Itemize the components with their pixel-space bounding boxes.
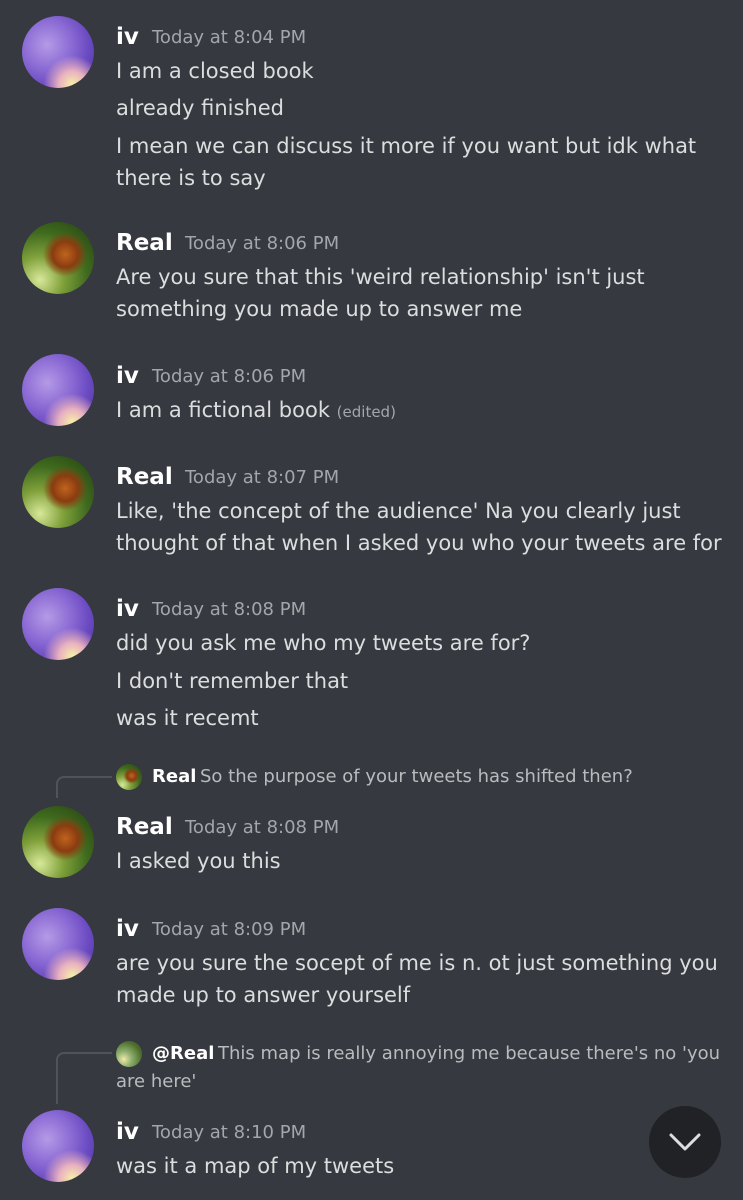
reply-spine — [56, 1052, 112, 1104]
message-line: something you made up to answer me — [116, 297, 523, 321]
message-line: did you ask me who my tweets are for? — [116, 631, 531, 655]
author-name[interactable]: Real — [116, 229, 173, 257]
message-line: Are you sure that this 'weird relationsh… — [116, 265, 645, 289]
edited-tag: (edited) — [336, 403, 396, 421]
scroll-to-bottom-button[interactable] — [649, 1106, 721, 1178]
avatar[interactable] — [22, 222, 94, 294]
message-line: I asked you this — [116, 849, 281, 873]
message-line: I mean we can discuss it more if you wan… — [116, 134, 697, 158]
message-line: there is to say — [116, 166, 266, 190]
author-name[interactable]: iv — [116, 595, 139, 623]
message-line: are you sure the socept of me is n. ot j… — [116, 951, 718, 975]
chat-message-list: iv Today at 8:04 PM I am a closed book a… — [0, 0, 743, 1200]
avatar[interactable] — [22, 16, 94, 88]
reply-text: This map is really annoying me because t… — [218, 1043, 721, 1064]
message-line: I am a fictional book (edited) — [116, 394, 713, 428]
timestamp: Today at 8:08 PM — [185, 817, 340, 838]
message-line: made up to answer yourself — [116, 983, 411, 1007]
timestamp: Today at 8:08 PM — [152, 599, 307, 620]
author-name[interactable]: iv — [116, 362, 139, 390]
message-line: I am a closed book — [116, 59, 314, 83]
message-line: already finished — [116, 96, 284, 120]
message-text: I am a fictional book — [116, 398, 330, 422]
author-name[interactable]: iv — [116, 1118, 139, 1146]
avatar[interactable] — [22, 908, 94, 980]
reply-avatar — [116, 1041, 142, 1067]
timestamp: Today at 8:10 PM — [152, 1122, 307, 1143]
reply-avatar — [116, 764, 142, 790]
avatar[interactable] — [22, 806, 94, 878]
author-name[interactable]: iv — [116, 915, 139, 943]
reply-text-continued: are here' — [116, 1071, 197, 1092]
reply-spine — [56, 776, 112, 798]
timestamp: Today at 8:06 PM — [152, 366, 307, 387]
author-name[interactable]: Real — [116, 463, 173, 491]
reply-preview[interactable]: Real So the purpose of your tweets has s… — [116, 764, 723, 794]
message-line: Like, 'the concept of the audience' Na y… — [116, 499, 681, 523]
author-name[interactable]: iv — [116, 23, 139, 51]
message-line: was it recemt — [116, 706, 259, 730]
reply-author: Real — [152, 766, 197, 787]
avatar[interactable] — [22, 456, 94, 528]
message-line: I don't remember that — [116, 669, 349, 693]
timestamp: Today at 8:09 PM — [152, 919, 307, 940]
timestamp: Today at 8:07 PM — [185, 467, 340, 488]
avatar[interactable] — [22, 1110, 94, 1182]
reply-preview[interactable]: @Real This map is really annoying me bec… — [116, 1041, 723, 1097]
message-line: thought of that when I asked you who you… — [116, 531, 722, 555]
message-line: was it a map of my tweets — [116, 1154, 395, 1178]
author-name[interactable]: Real — [116, 813, 173, 841]
timestamp: Today at 8:06 PM — [185, 233, 340, 254]
avatar[interactable] — [22, 354, 94, 426]
timestamp: Today at 8:04 PM — [152, 27, 307, 48]
reply-text: So the purpose of your tweets has shifte… — [200, 766, 633, 787]
avatar[interactable] — [22, 588, 94, 660]
chevron-down-icon — [669, 1133, 701, 1151]
reply-mention: @Real — [152, 1043, 215, 1064]
